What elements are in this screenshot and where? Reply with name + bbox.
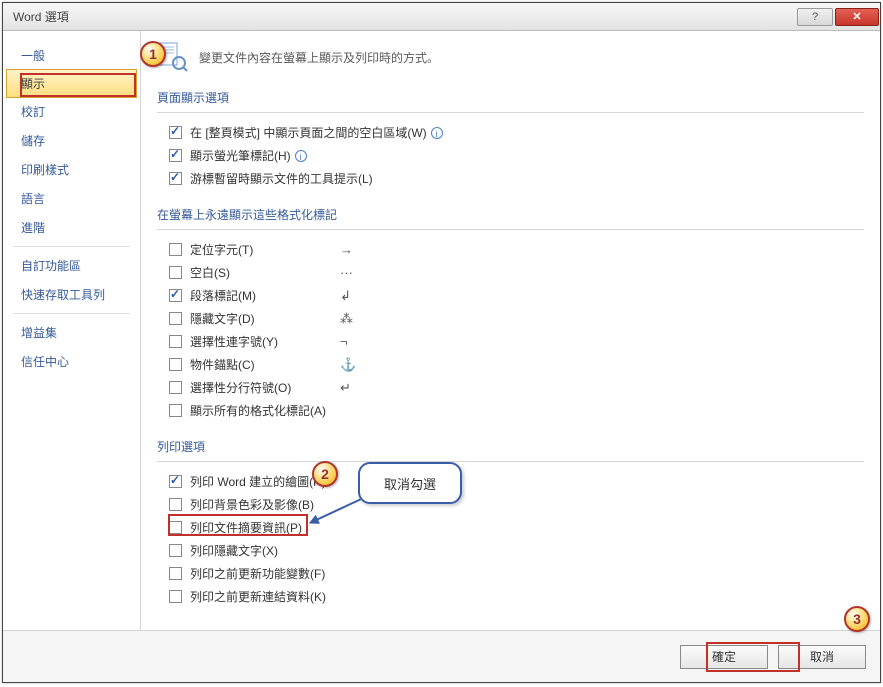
opt-hidden[interactable]: 隱藏文字(D)⁂ [169,307,864,330]
sidebar-item-addins[interactable]: 增益集 [3,318,140,347]
opt-label: 選擇性連字號(Y) [190,333,340,350]
page-header: 變更文件內容在螢幕上顯示及列印時的方式。 [157,41,864,73]
checkbox[interactable] [169,312,182,325]
titlebar: Word 選項 ? ✕ [3,3,880,31]
symbol-hidden: ⁂ [340,311,370,327]
sidebar-separator [13,246,130,247]
checkbox[interactable] [169,475,182,488]
opt-print-update-fields[interactable]: 列印之前更新功能變數(F) [169,562,864,585]
symbol-anchor: ⚓ [340,357,370,373]
opt-print-drawings[interactable]: 列印 Word 建立的繪圖(R) [169,470,864,493]
symbol-space: ··· [340,265,370,280]
opt-highlighter[interactable]: 顯示螢光筆標記(H) i [169,144,864,167]
opt-print-hidden[interactable]: 列印隱藏文字(X) [169,539,864,562]
section-print-title: 列印選項 [157,430,864,462]
opt-print-bg[interactable]: 列印背景色彩及影像(B) [169,493,864,516]
opt-whitespace[interactable]: 在 [整頁模式] 中顯示頁面之間的空白區域(W) i [169,121,864,144]
section-page-display-title: 頁面顯示選項 [157,81,864,113]
checkbox[interactable] [169,335,182,348]
opt-print-properties[interactable]: 列印文件摘要資訊(P) [169,516,864,539]
checkbox[interactable] [169,243,182,256]
sidebar-item-display[interactable]: 顯示 [6,69,137,98]
dialog-footer: 確定 取消 [3,630,880,682]
checkbox[interactable] [169,404,182,417]
symbol-paragraph: ↲ [340,288,370,304]
checkbox[interactable] [169,126,182,139]
annotation-callout: 取消勾選 [358,462,462,504]
opt-label: 列印背景色彩及影像(B) [190,496,314,513]
opt-label: 列印 Word 建立的繪圖(R) [190,473,326,490]
annotation-marker-2: 2 [312,461,338,487]
word-options-dialog: Word 選項 ? ✕ 一般 顯示 校訂 儲存 印刷樣式 語言 進階 自訂功能區… [2,2,881,683]
checkbox[interactable] [169,266,182,279]
opt-label: 空白(S) [190,264,340,281]
content-pane: 變更文件內容在螢幕上顯示及列印時的方式。 頁面顯示選項 在 [整頁模式] 中顯示… [141,31,880,630]
section-formatting-title: 在螢幕上永遠顯示這些格式化標記 [157,198,864,230]
checkbox[interactable] [169,149,182,162]
page-header-text: 變更文件內容在螢幕上顯示及列印時的方式。 [199,49,439,66]
opt-label: 定位字元(T) [190,241,340,258]
checkbox[interactable] [169,358,182,371]
close-button[interactable]: ✕ [835,8,879,26]
opt-hyphen[interactable]: 選擇性連字號(Y)¬ [169,330,864,353]
symbol-linebreak: ↵ [340,380,370,396]
formatting-options: 定位字元(T)→ 空白(S)··· 段落標記(M)↲ 隱藏文字(D)⁂ 選擇性連… [169,238,864,422]
help-button[interactable]: ? [797,8,833,26]
sidebar-item-proofing[interactable]: 校訂 [3,97,140,126]
opt-label: 物件錨點(C) [190,356,340,373]
opt-label: 選擇性分行符號(O) [190,379,340,396]
checkbox[interactable] [169,381,182,394]
opt-label: 段落標記(M) [190,287,340,304]
opt-label: 顯示所有的格式化標記(A) [190,402,340,419]
info-icon[interactable]: i [295,150,307,162]
checkbox[interactable] [169,172,182,185]
print-options: 列印 Word 建立的繪圖(R) 列印背景色彩及影像(B) 列印文件摘要資訊(P… [169,470,864,608]
opt-linebreak[interactable]: 選擇性分行符號(O)↵ [169,376,864,399]
checkbox[interactable] [169,567,182,580]
opt-space[interactable]: 空白(S)··· [169,261,864,284]
sidebar-item-advanced[interactable]: 進階 [3,213,140,242]
sidebar-separator [13,313,130,314]
symbol-hyphen: ¬ [340,334,370,349]
checkbox[interactable] [169,289,182,302]
sidebar-item-language[interactable]: 語言 [3,184,140,213]
opt-tab[interactable]: 定位字元(T)→ [169,238,864,261]
cancel-button[interactable]: 取消 [778,645,866,669]
checkbox[interactable] [169,544,182,557]
sidebar-item-general[interactable]: 一般 [3,41,140,70]
checkbox[interactable] [169,590,182,603]
symbol-tab: → [340,242,370,257]
checkbox[interactable] [169,498,182,511]
opt-print-update-links[interactable]: 列印之前更新連結資料(K) [169,585,864,608]
opt-show-all[interactable]: 顯示所有的格式化標記(A) [169,399,864,422]
sidebar-item-typography[interactable]: 印刷樣式 [3,155,140,184]
opt-label: 列印之前更新連結資料(K) [190,588,326,605]
opt-label: 游標暫留時顯示文件的工具提示(L) [190,170,373,187]
sidebar-item-trust-center[interactable]: 信任中心 [3,347,140,376]
opt-label: 列印隱藏文字(X) [190,542,278,559]
annotation-marker-3: 3 [844,606,870,632]
annotation-marker-1: 1 [140,41,166,67]
window-title: Word 選項 [13,8,796,25]
opt-label: 列印之前更新功能變數(F) [190,565,325,582]
window-buttons: ? ✕ [796,8,880,26]
sidebar-item-customize-ribbon[interactable]: 自訂功能區 [3,251,140,280]
sidebar-item-quick-access[interactable]: 快速存取工具列 [3,280,140,309]
sidebar-item-save[interactable]: 儲存 [3,126,140,155]
info-icon[interactable]: i [431,127,443,139]
opt-paragraph[interactable]: 段落標記(M)↲ [169,284,864,307]
opt-label: 在 [整頁模式] 中顯示頁面之間的空白區域(W) [190,124,427,141]
sidebar: 一般 顯示 校訂 儲存 印刷樣式 語言 進階 自訂功能區 快速存取工具列 增益集… [3,31,141,630]
checkbox[interactable] [169,521,182,534]
opt-label: 顯示螢光筆標記(H) [190,147,291,164]
opt-label: 隱藏文字(D) [190,310,340,327]
opt-anchor[interactable]: 物件錨點(C)⚓ [169,353,864,376]
dialog-body: 一般 顯示 校訂 儲存 印刷樣式 語言 進階 自訂功能區 快速存取工具列 增益集… [3,31,880,630]
page-display-options: 在 [整頁模式] 中顯示頁面之間的空白區域(W) i 顯示螢光筆標記(H) i … [169,121,864,190]
opt-label: 列印文件摘要資訊(P) [190,519,302,536]
opt-tooltips[interactable]: 游標暫留時顯示文件的工具提示(L) [169,167,864,190]
ok-button[interactable]: 確定 [680,645,768,669]
